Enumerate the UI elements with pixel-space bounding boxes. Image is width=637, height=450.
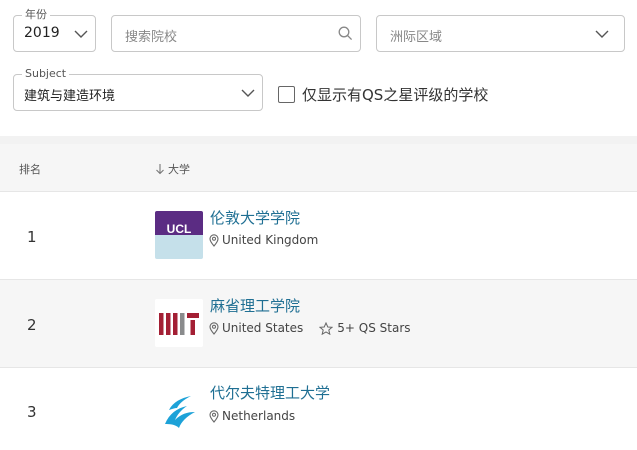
search-input[interactable]: 搜索院校	[111, 15, 361, 52]
location-pin-icon	[209, 409, 219, 423]
university-location: Netherlands	[209, 409, 295, 423]
sort-arrow-down-icon	[156, 164, 164, 175]
university-column-header[interactable]: 大学	[155, 161, 190, 177]
qs-stars-label: 仅显示有QS之星评级的学校	[302, 85, 489, 104]
year-select[interactable]: 年份 2019	[13, 8, 96, 52]
star-icon	[319, 321, 334, 335]
subject-select[interactable]: Subject 建筑与建造环境	[13, 67, 263, 111]
search-icon[interactable]	[338, 26, 353, 41]
subject-legend: Subject	[22, 67, 70, 81]
university-header-label: 大学	[168, 163, 190, 176]
location-pin-icon	[209, 321, 219, 335]
rank-column-header[interactable]: 排名	[19, 161, 41, 177]
university-location: United States 5+ QS Stars	[209, 321, 411, 335]
mit-logo	[155, 299, 203, 347]
region-select[interactable]: 洲际区域	[376, 15, 625, 52]
table-row: 1 UCL 伦敦大学学院 United Kingdom	[0, 192, 637, 280]
region-placeholder: 洲际区域	[390, 30, 443, 45]
country-label: United States	[222, 321, 304, 335]
location-pin-icon	[209, 233, 219, 247]
tu-delft-logo	[155, 386, 203, 434]
chevron-down-icon	[74, 30, 88, 38]
ucl-logo: UCL	[155, 211, 203, 259]
chevron-down-icon	[595, 30, 609, 38]
year-legend: 年份	[22, 8, 50, 22]
qs-stars-label: 5+ QS Stars	[337, 321, 411, 335]
table-row: 3 代尔夫特理工大学 Netherlands	[0, 368, 637, 450]
qs-stars-checkbox[interactable]	[278, 85, 295, 103]
table-header: 排名 大学	[0, 144, 637, 192]
rank-value: 1	[27, 228, 37, 246]
country-label: Netherlands	[222, 409, 296, 423]
university-name-link[interactable]: 代尔夫特理工大学	[210, 382, 330, 403]
university-name-link[interactable]: 伦敦大学学院	[210, 207, 300, 228]
university-name-link[interactable]: 麻省理工学院	[210, 295, 300, 316]
rank-value: 3	[27, 403, 37, 421]
rank-value: 2	[27, 316, 37, 334]
table-row: 2 麻省理工学院 United States 5+ QS Stars	[0, 280, 637, 368]
country-label: United Kingdom	[222, 233, 319, 247]
qs-stars-filter[interactable]: 仅显示有QS之星评级的学校	[278, 84, 488, 104]
year-value: 2019	[24, 25, 60, 41]
svg-text:UCL: UCL	[167, 222, 192, 236]
section-divider	[0, 136, 637, 144]
qs-stars-rating: 5+ QS Stars	[319, 321, 411, 335]
search-placeholder: 搜索院校	[125, 30, 178, 45]
subject-value: 建筑与建造环境	[24, 89, 116, 104]
chevron-down-icon	[241, 89, 255, 97]
flame-logo-graphic	[155, 386, 203, 434]
university-location: United Kingdom	[209, 233, 318, 247]
mit-logo-graphic	[155, 299, 203, 347]
